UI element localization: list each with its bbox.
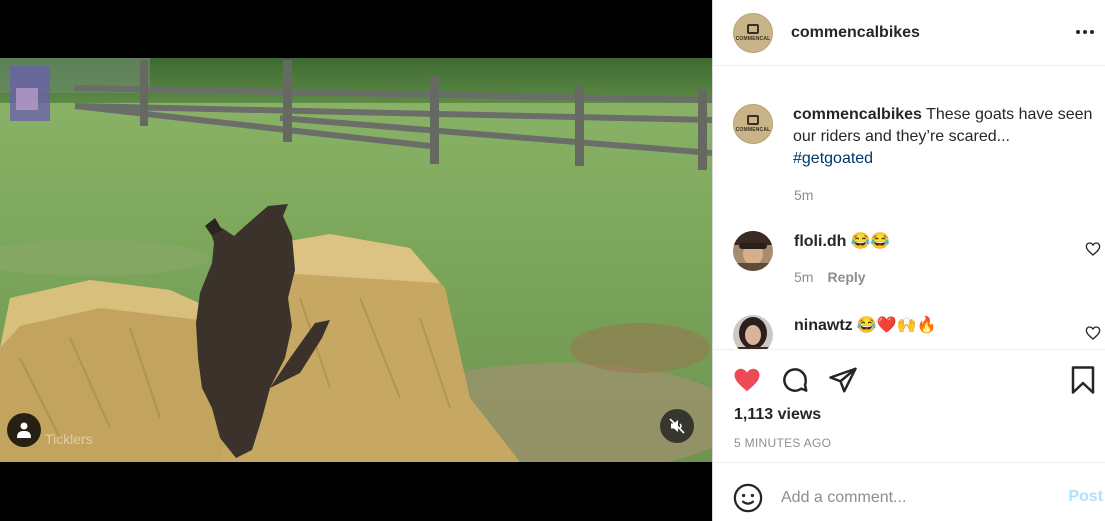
mute-button[interactable]	[660, 409, 694, 443]
avatar-brand-text: COMMENCAL	[735, 35, 771, 42]
video-frame-image: Ticklers	[0, 58, 712, 462]
send-icon[interactable]	[828, 365, 858, 395]
bookmark-icon[interactable]	[1068, 365, 1098, 395]
caption-timestamp[interactable]: 5m	[794, 187, 813, 203]
caption-hashtag[interactable]: #getgoated	[793, 150, 873, 167]
caption-username[interactable]: commencalbikes	[793, 106, 922, 123]
heart-filled-icon[interactable]	[732, 365, 762, 395]
comment-input[interactable]	[781, 486, 1041, 510]
comment-username-text[interactable]: ninawtz	[794, 317, 853, 334]
heart-outline-icon[interactable]	[1085, 325, 1101, 341]
avatar-brand-text: COMMENCAL	[735, 127, 771, 133]
avatar[interactable]: COMMENCAL	[733, 12, 773, 53]
caption-avatar-wrap: COMMENCAL	[733, 104, 773, 144]
comment-username[interactable]: floli.dh 😂😂	[794, 231, 890, 251]
avatar[interactable]	[733, 315, 773, 349]
comment-text: 😂😂	[850, 233, 891, 250]
comment-username[interactable]: ninawtz 😂❤️🙌🔥	[794, 315, 936, 335]
comment-composer: Post	[713, 464, 1105, 521]
post-author-username[interactable]: commencalbikes	[791, 24, 920, 42]
commenter-photo	[733, 315, 773, 349]
comments-list[interactable]: COMMENCAL commencalbikes These goats hav…	[713, 67, 1105, 350]
view-count[interactable]: 1,113 views	[734, 406, 821, 424]
more-horizontal-icon-dot	[1083, 30, 1087, 34]
post-caption: commencalbikes These goats have seen our…	[793, 104, 1093, 170]
more-options-button[interactable]	[1075, 22, 1095, 42]
post-comment-button[interactable]: Post	[1068, 488, 1103, 506]
reply-button[interactable]: Reply	[827, 269, 865, 285]
more-horizontal-icon-dot	[1090, 30, 1094, 34]
video-pane: Ticklers	[0, 0, 712, 521]
brand-logo-icon	[747, 115, 759, 125]
comment-icon[interactable]	[780, 365, 810, 395]
video-watermark: Ticklers	[45, 431, 93, 447]
commenter-photo	[733, 231, 773, 271]
user-tag-button[interactable]	[7, 413, 41, 447]
emoji-icon[interactable]	[733, 483, 763, 513]
post-timestamp[interactable]: 5 MINUTES AGO	[734, 436, 831, 450]
post-header: COMMENCAL commencalbikes	[713, 0, 1105, 66]
heart-outline-icon[interactable]	[1085, 241, 1101, 257]
comment-text: 😂❤️🙌🔥	[856, 317, 937, 334]
video-player[interactable]: Ticklers	[0, 58, 712, 462]
person-icon	[17, 422, 31, 438]
comment-meta: 5m Reply	[794, 269, 866, 285]
brand-logo-icon	[747, 23, 759, 34]
speaker-muted-icon	[669, 418, 685, 434]
caption-avatar[interactable]: COMMENCAL	[733, 104, 773, 144]
comment-username-text[interactable]: floli.dh	[794, 233, 846, 250]
more-horizontal-icon	[1076, 30, 1080, 34]
post-actions: 1,113 views 5 MINUTES AGO	[713, 351, 1105, 463]
avatar[interactable]	[733, 231, 773, 271]
comment-timestamp[interactable]: 5m	[794, 269, 813, 285]
post-side-panel: COMMENCAL commencalbikes COMMENCAL comme…	[712, 0, 1105, 521]
